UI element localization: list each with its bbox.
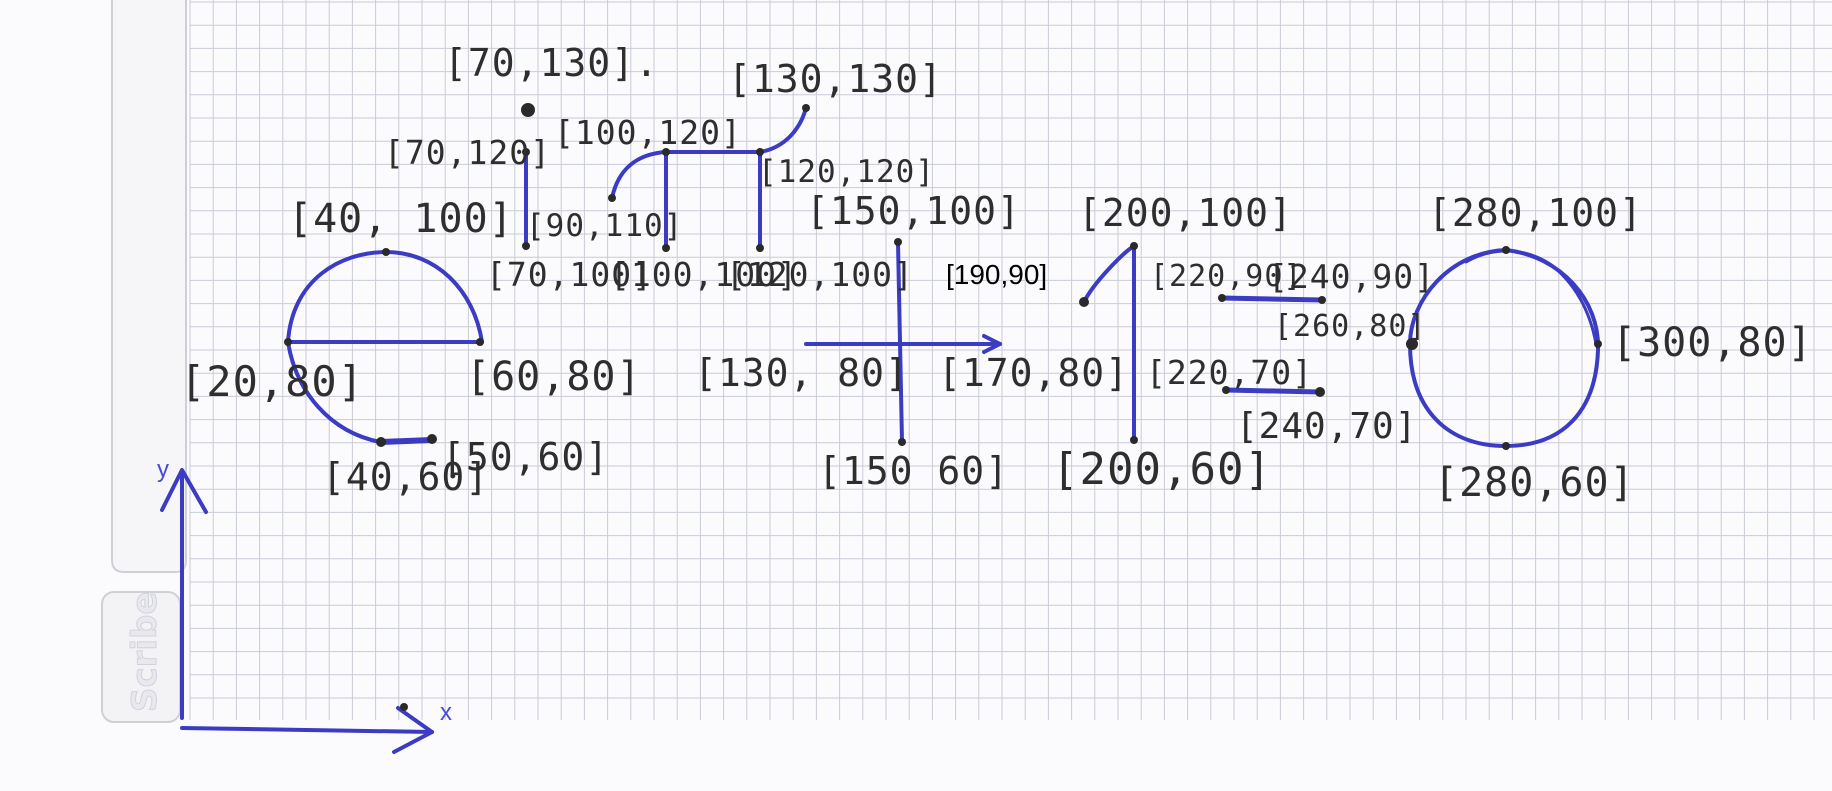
label-170-80: [170,80] — [938, 351, 1129, 395]
label-150-60: [150 60] — [818, 449, 1009, 493]
label-120-100: [120,100] — [726, 255, 914, 294]
label-120-120: [120,120] — [758, 154, 935, 190]
label-240-90: [240,90] — [1268, 257, 1435, 296]
label-70-130: [70,130]. — [444, 41, 659, 85]
point-300-80 — [1594, 340, 1602, 348]
label-90-110: [90,110] — [526, 208, 683, 244]
point-60-80 — [476, 338, 484, 346]
point-150-100 — [894, 238, 902, 246]
point-240-90 — [1318, 296, 1326, 304]
point-20-80 — [284, 338, 292, 346]
x-axis-label: x — [440, 699, 452, 726]
scribe-tab-label: Scribe — [125, 592, 165, 712]
point-100-100 — [662, 244, 670, 252]
point-200-60 — [1130, 436, 1138, 444]
point-120-100 — [756, 244, 764, 252]
graph-paper-canvas: Scribe y x [70,130]. [130,130] [70,120] … — [0, 0, 1832, 791]
label-260-80: [260,80] — [1274, 309, 1427, 344]
point-220-90 — [1218, 294, 1226, 302]
point-240-70 — [1315, 387, 1325, 397]
equals-top-bar — [1219, 295, 1325, 303]
label-50-60: [50,60] — [442, 435, 609, 479]
point-190-90 — [1079, 297, 1089, 307]
point-40-60 — [376, 437, 386, 447]
point-280-100 — [1502, 246, 1510, 254]
point-50-60 — [427, 434, 437, 444]
label-200-100: [200,100] — [1078, 191, 1293, 235]
point-280-60 — [1502, 442, 1510, 450]
label-130-80: [130, 80] — [694, 351, 909, 395]
label-70-120: [70,120] — [384, 133, 551, 172]
label-300-80: [300,80] — [1612, 320, 1813, 366]
label-240-70: [240,70] — [1236, 406, 1417, 447]
label-200-60: [200,60] — [1052, 444, 1272, 495]
sidebar-panel: Scribe — [101, 0, 187, 723]
y-axis-label: y — [157, 456, 169, 483]
label-220-70: [220,70] — [1146, 353, 1313, 392]
label-40-100: [40, 100] — [288, 196, 514, 242]
point-70-130 — [521, 103, 535, 117]
label-20-80: [20,80] — [180, 357, 364, 406]
label-130-130: [130,130] — [728, 57, 943, 101]
point-200-100 — [1130, 242, 1138, 250]
point-130-130 — [802, 104, 810, 112]
label-280-100: [280,100] — [1428, 191, 1643, 235]
sketch-diagram: Scribe y x [70,130]. [130,130] [70,120] … — [0, 0, 1832, 791]
point-40-100 — [382, 248, 390, 256]
label-280-60: [280,60] — [1434, 460, 1635, 506]
label-150-100: [150,100] — [806, 189, 1021, 233]
e-tail — [377, 437, 435, 445]
point-90-110 — [608, 194, 616, 202]
x-axis-dot — [400, 703, 408, 711]
point-150-60 — [898, 438, 906, 446]
label-60-80: [60,80] — [466, 354, 642, 400]
label-100-120: [100,120] — [554, 113, 742, 152]
label-190-90: [190,90] — [946, 259, 1047, 290]
